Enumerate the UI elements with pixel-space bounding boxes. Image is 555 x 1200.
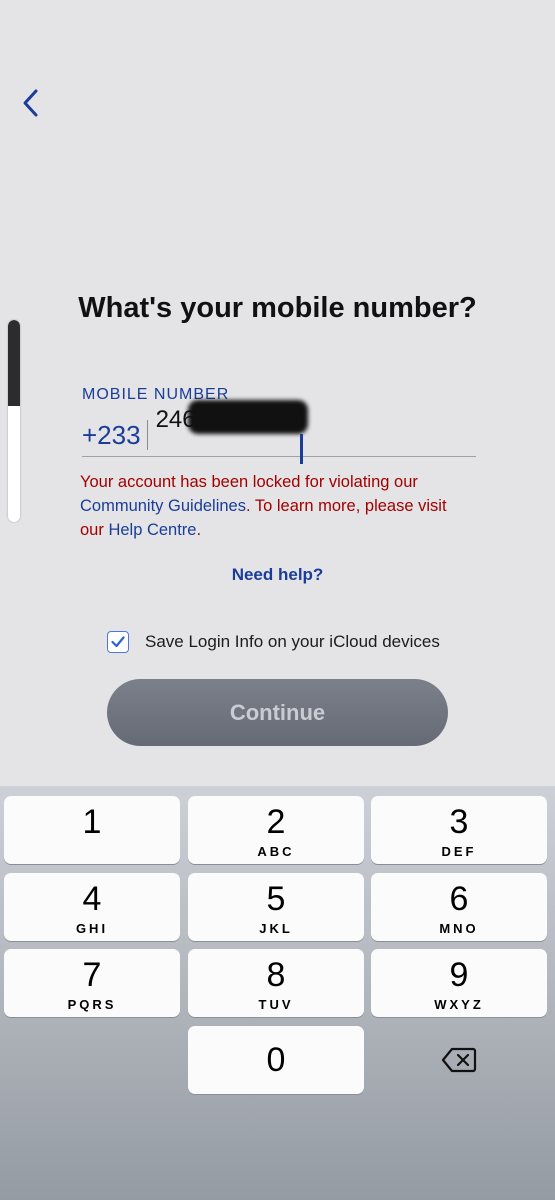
chevron-left-icon: [23, 89, 38, 117]
key-8[interactable]: 8 TUV: [188, 949, 364, 1017]
back-button[interactable]: [18, 86, 48, 120]
key-5[interactable]: 5 JKL: [188, 873, 364, 941]
key-digit: 6: [449, 880, 469, 918]
help-centre-link[interactable]: Help Centre: [108, 521, 196, 539]
key-letters: ABC: [257, 844, 295, 859]
key-letters: MNO: [439, 921, 479, 936]
error-text-4: .: [196, 521, 202, 539]
key-letters: GHI: [75, 921, 109, 936]
key-2[interactable]: 2 ABC: [188, 796, 364, 864]
save-login-row[interactable]: Save Login Info on your iCloud devices: [107, 631, 440, 653]
save-login-label: Save Login Info on your iCloud devices: [145, 632, 440, 651]
error-message: Your account has been locked for violati…: [80, 470, 480, 542]
key-digit: 2: [266, 803, 286, 841]
page-title: What's your mobile number?: [78, 292, 477, 324]
continue-button[interactable]: Continue: [107, 679, 448, 746]
key-4[interactable]: 4 GHI: [4, 873, 180, 941]
delete-key[interactable]: [371, 1026, 547, 1094]
redaction-mark: [187, 400, 308, 434]
numeric-keypad: 1 2 ABC 3 DEF 4 GHI 5 JKL 6 MNO 7 PQRS 8…: [0, 786, 555, 1200]
checkmark-icon: [111, 636, 125, 648]
error-text-1: Your account has been locked for violati…: [80, 473, 418, 491]
key-9[interactable]: 9 WXYZ: [371, 949, 547, 1017]
key-letters: JKL: [259, 921, 293, 936]
error-text-2: . To learn more, please visit: [245, 497, 447, 515]
need-help-link[interactable]: Need help?: [0, 565, 555, 585]
key-digit: 9: [449, 956, 469, 994]
scroll-thumb[interactable]: [8, 320, 20, 406]
backspace-icon: [441, 1047, 477, 1073]
key-letters: WXYZ: [434, 997, 484, 1012]
key-6[interactable]: 6 MNO: [371, 873, 547, 941]
key-3[interactable]: 3 DEF: [371, 796, 547, 864]
mobile-number-field[interactable]: +233 24632: [82, 400, 476, 464]
save-login-checkbox[interactable]: [107, 631, 129, 653]
key-1[interactable]: 1: [4, 796, 180, 864]
key-digit: 1: [82, 803, 102, 841]
key-letters: DEF: [441, 844, 477, 859]
key-letters: TUV: [258, 997, 294, 1012]
text-caret: [299, 434, 303, 464]
error-text-3: our: [80, 521, 109, 539]
key-digit: 8: [266, 956, 286, 994]
key-digit: 0: [266, 1041, 286, 1079]
community-guidelines-link[interactable]: Community Guidelines: [80, 497, 246, 515]
key-digit: 3: [449, 803, 469, 841]
key-0[interactable]: 0: [188, 1026, 364, 1094]
scroll-indicator[interactable]: [8, 320, 20, 522]
key-letters: PQRS: [67, 997, 117, 1012]
key-digit: 4: [82, 880, 102, 918]
phone-input[interactable]: 24632: [148, 400, 308, 464]
key-7[interactable]: 7 PQRS: [4, 949, 180, 1017]
key-digit: 7: [82, 956, 102, 994]
key-digit: 5: [266, 880, 286, 918]
country-code-selector[interactable]: +233: [82, 420, 148, 450]
